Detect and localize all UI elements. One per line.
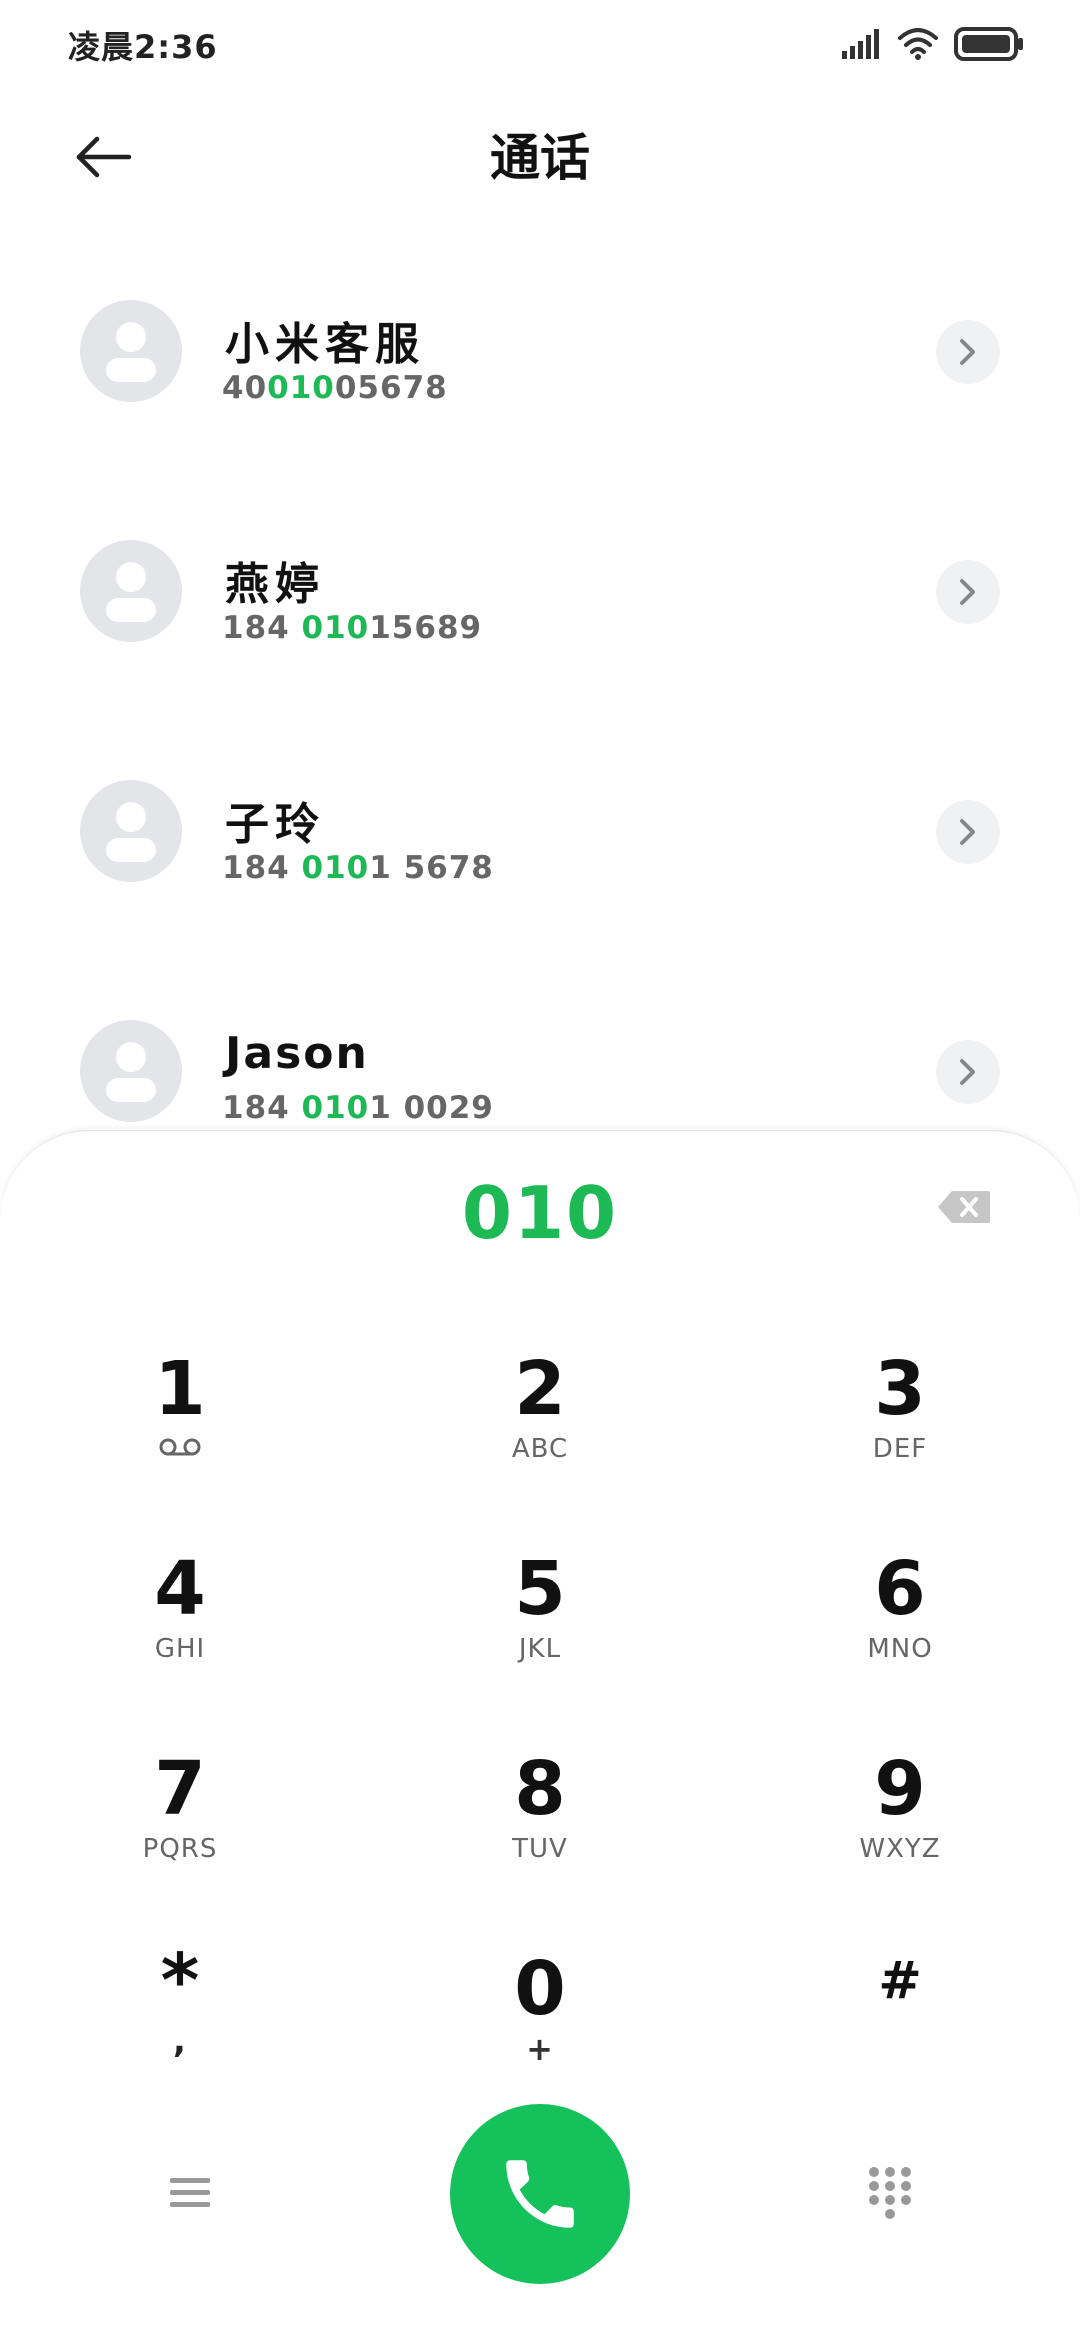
status-bar: 凌晨2:36 [0,0,1080,90]
phone-icon [506,2160,574,2228]
contact-detail-button[interactable] [936,320,1000,384]
match-highlight: 010 [301,610,370,646]
dial-key-6[interactable]: 6 MNO [770,1549,1030,1709]
contact-number: 184 0101 0029 [222,1090,494,1126]
header: 通话 [0,100,1080,210]
dial-key-2[interactable]: 2 ABC [410,1349,670,1509]
dial-key-5[interactable]: 5 JKL [410,1549,670,1709]
contact-detail-button[interactable] [936,560,1000,624]
dial-key-0[interactable]: 0 + [410,1949,670,2109]
dial-key-hash[interactable]: # [770,1941,1030,2101]
chevron-right-icon [960,339,975,365]
contact-detail-button[interactable] [936,1040,1000,1104]
status-time: 凌晨2:36 [68,28,218,66]
signal-icon [842,29,879,59]
menu-button[interactable] [168,2170,214,2216]
dial-key-star[interactable]: * , [50,1941,310,2101]
dial-key-4[interactable]: 4 GHI [50,1549,310,1709]
contact-row[interactable]: Jason 184 0101 0029 [0,1000,1080,1140]
chevron-right-icon [960,579,975,605]
dialpad-toggle-button[interactable] [866,2164,914,2222]
dial-key-3[interactable]: 3 DEF [770,1349,1030,1509]
contact-name: 燕婷 [225,559,325,610]
menu-icon [170,2178,210,2207]
avatar [80,780,182,882]
chevron-right-icon [960,819,975,845]
match-highlight: 010 [301,1090,370,1126]
dialpad-icon [869,2167,911,2219]
dial-key-8[interactable]: 8 TUV [410,1749,670,1909]
dial-key-1[interactable]: 1 [50,1349,310,1509]
contact-name: 子玲 [225,799,325,850]
contact-name: Jason [225,1028,369,1079]
page-title: 通话 [490,129,590,187]
chevron-right-icon [960,1059,975,1085]
call-button[interactable] [450,2104,630,2284]
dial-key-9[interactable]: 9 WXYZ [770,1749,1030,1909]
dialed-number-display[interactable]: 010 [0,1171,1080,1255]
contact-row[interactable]: 燕婷 184 01015689 [0,520,1080,660]
status-icons [842,24,1024,64]
contact-row[interactable]: 子玲 184 0101 5678 [0,760,1080,900]
avatar [80,300,182,402]
contact-detail-button[interactable] [936,800,1000,864]
battery-icon [954,27,1023,61]
match-highlight: 010 [301,850,370,886]
wifi-icon [898,28,938,60]
contact-name: 小米客服 [225,319,425,370]
dial-key-7[interactable]: 7 PQRS [50,1749,310,1909]
voicemail-icon [159,1438,201,1456]
contact-number: 184 0101 5678 [222,850,494,886]
avatar [80,540,182,642]
avatar [80,1020,182,1122]
backspace-icon [938,1191,990,1223]
match-highlight: 010 [267,370,335,406]
backspace-button[interactable] [936,1187,992,1227]
contact-number: 4001005678 [222,370,448,406]
contact-row[interactable]: 小米客服 4001005678 [0,280,1080,420]
contact-number: 184 01015689 [222,610,483,646]
phone-dialer-screen: 凌晨2:36 通话 小米客服 4001005678 燕婷 184 0101568… [0,0,1080,2340]
